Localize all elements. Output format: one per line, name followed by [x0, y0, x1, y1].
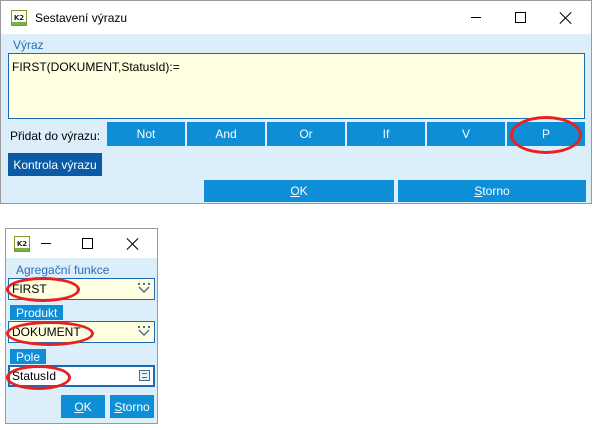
ok-button-label: K — [83, 399, 92, 414]
close-icon — [560, 12, 572, 24]
operator-if-button[interactable]: If — [347, 122, 425, 146]
cancel-button[interactable]: Storno — [110, 395, 154, 418]
maximize-button[interactable] — [72, 229, 102, 258]
ok-button[interactable]: OK — [61, 395, 105, 418]
k2-app-icon: K2 — [14, 236, 30, 252]
maximize-icon — [81, 238, 93, 249]
field-tab: Pole — [10, 349, 47, 364]
dropdown-icon[interactable] — [138, 283, 150, 293]
cancel-button[interactable]: Storno — [398, 180, 586, 202]
maximize-icon — [514, 12, 526, 23]
operator-and-button[interactable]: And — [187, 122, 265, 146]
product-tab: Produkt — [10, 305, 64, 320]
dropdown-icon[interactable] — [138, 326, 150, 336]
expression-label: Výraz — [13, 38, 44, 52]
highlight-annotation — [6, 321, 94, 346]
window-title: Sestavení výrazu — [35, 11, 128, 25]
highlight-annotation — [6, 365, 71, 390]
minimize-button[interactable] — [31, 229, 61, 258]
field-picker-icon[interactable] — [139, 370, 150, 381]
cancel-button-label: torno — [122, 399, 150, 414]
close-button[interactable] — [118, 229, 148, 258]
minimize-button[interactable] — [453, 1, 499, 34]
close-button[interactable] — [543, 1, 589, 34]
cancel-button-label: torno — [482, 184, 510, 198]
highlight-annotation — [6, 277, 80, 302]
check-expression-button[interactable]: Kontrola výrazu — [8, 153, 102, 176]
cancel-button-mnemonic: S — [114, 399, 123, 414]
app-icon-text: K2 — [16, 240, 28, 248]
maximize-button[interactable] — [497, 1, 543, 34]
close-icon — [127, 238, 139, 250]
cancel-button-mnemonic: S — [474, 184, 483, 198]
highlight-annotation — [510, 116, 582, 154]
ok-button[interactable]: OK — [204, 180, 394, 202]
aggregation-window: K2 Agregační funkce FIRST Produkt DOKUME… — [5, 228, 158, 424]
minimize-icon — [41, 243, 51, 244]
ok-button-mnemonic: O — [74, 399, 84, 414]
title-bar[interactable]: K2 Sestavení výrazu — [1, 1, 591, 34]
aggregation-function-label: Agregační funkce — [16, 263, 110, 277]
title-bar[interactable]: K2 — [6, 229, 157, 258]
k2-app-icon: K2 — [11, 10, 27, 26]
expression-builder-window: K2 Sestavení výrazu Výraz FIRST(DOKUMENT… — [0, 0, 592, 204]
minimize-icon — [471, 17, 481, 18]
app-icon-text: K2 — [13, 14, 25, 22]
operator-v-button[interactable]: V — [427, 122, 505, 146]
add-to-expression-label: Přidat do výrazu: — [10, 129, 101, 143]
operator-or-button[interactable]: Or — [267, 122, 345, 146]
ok-button-label: K — [299, 184, 308, 198]
operator-not-button[interactable]: Not — [107, 122, 185, 146]
ok-button-mnemonic: O — [290, 184, 300, 198]
expression-input[interactable]: FIRST(DOKUMENT,StatusId):= — [8, 53, 585, 119]
